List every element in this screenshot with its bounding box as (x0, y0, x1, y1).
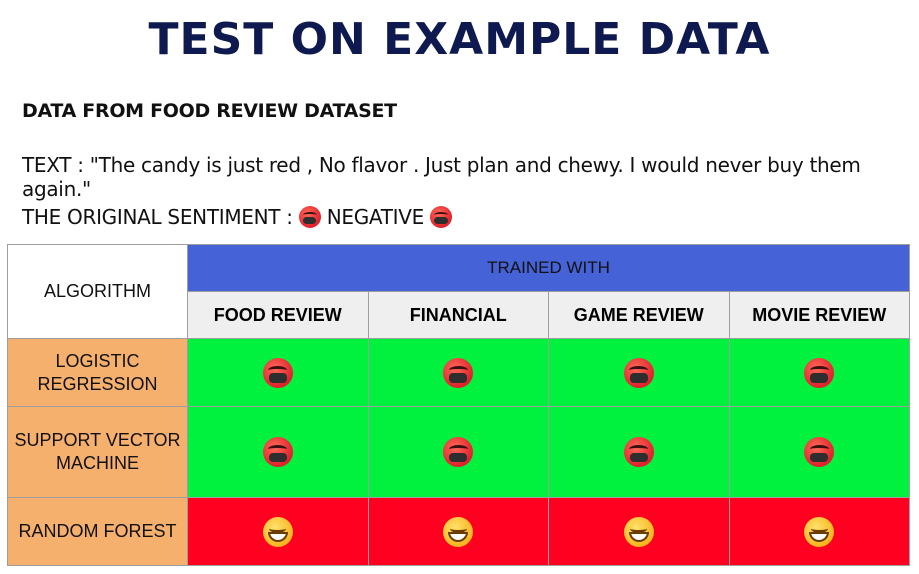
angry-face-icon (443, 357, 474, 388)
angry-face-icon (443, 437, 474, 467)
result-cell (728, 406, 910, 498)
angry-face-icon (298, 206, 321, 228)
result-cell (187, 497, 369, 566)
result-cell (367, 497, 549, 566)
angry-face-icon (262, 357, 293, 388)
column-header-game-review: GAME REVIEW (548, 291, 730, 339)
results-table: ALGORITHM TRAINED WITH FOOD REVIEW FINAN… (7, 244, 910, 566)
column-header-food-review: FOOD REVIEW (187, 291, 369, 339)
column-header-financial: FINANCIAL (367, 291, 549, 339)
result-cell (367, 406, 549, 498)
result-cell (187, 406, 369, 498)
algorithm-name: RANDOM FOREST (7, 497, 188, 566)
algorithm-header: ALGORITHM (7, 244, 188, 339)
algorithm-name: LOGISTIC REGRESSION (7, 338, 188, 407)
angry-face-icon (623, 437, 654, 467)
example-text: TEXT : "The candy is just red , No flavo… (22, 153, 861, 201)
original-sentiment-line: THE ORIGINAL SENTIMENT : NEGATIVE (22, 205, 458, 229)
dataset-subtitle: DATA FROM FOOD REVIEW DATASET (22, 100, 397, 122)
angry-face-icon (804, 437, 835, 467)
table-row: LOGISTIC REGRESSION (7, 338, 910, 407)
result-cell (548, 338, 730, 407)
column-header-movie-review: MOVIE REVIEW (728, 291, 910, 339)
angry-face-icon (623, 357, 654, 388)
result-cell (728, 338, 910, 407)
result-cell (728, 497, 910, 566)
result-cell (187, 338, 369, 407)
original-sentiment-value: NEGATIVE (326, 205, 425, 229)
grinning-face-icon (262, 516, 293, 547)
table-row: RANDOM FOREST (7, 497, 910, 566)
grinning-face-icon (804, 516, 835, 547)
original-sentiment-label: THE ORIGINAL SENTIMENT : (22, 205, 293, 229)
table-row: SUPPORT VECTOR MACHINE (7, 406, 910, 498)
result-cell (548, 406, 730, 498)
angry-face-icon (429, 206, 452, 228)
grinning-face-icon (623, 516, 654, 547)
page-title: TEST ON EXAMPLE DATA (148, 14, 771, 65)
grinning-face-icon (443, 516, 474, 547)
result-cell (548, 497, 730, 566)
trained-with-header: TRAINED WITH (187, 244, 910, 292)
algorithm-name: SUPPORT VECTOR MACHINE (7, 406, 188, 498)
angry-face-icon (804, 357, 835, 388)
result-cell (367, 338, 549, 407)
angry-face-icon (262, 437, 293, 467)
